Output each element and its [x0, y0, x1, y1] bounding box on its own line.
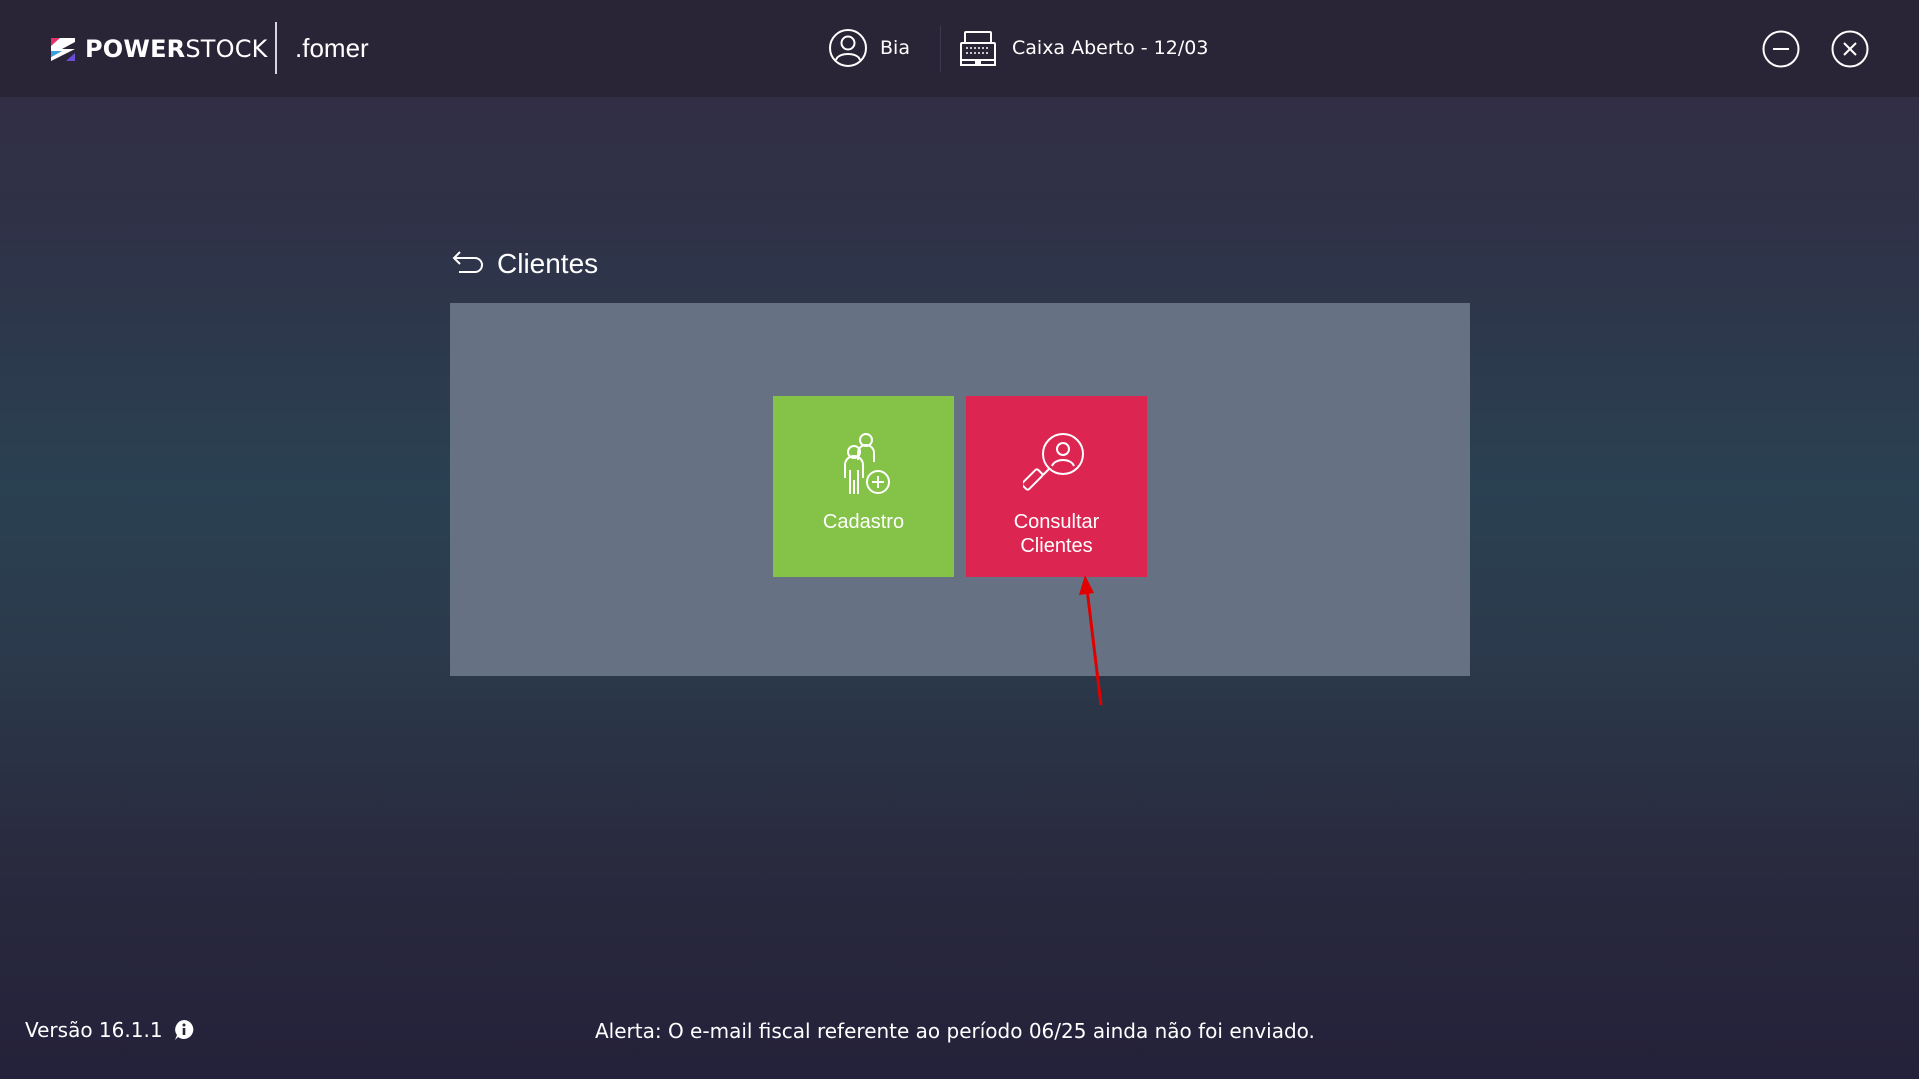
annotation-arrow	[1079, 575, 1103, 706]
page-title: Clientes	[497, 248, 599, 279]
consultar-clientes-label: Consultar Clientes	[1013, 511, 1100, 557]
powerstock-logo-icon	[51, 38, 75, 61]
brand-divider	[275, 22, 277, 74]
version-info: Versão 16.1.1	[25, 1018, 195, 1042]
top-bar: POWERSTOCK .fomer Bia Caixa Aberto - 12/…	[0, 0, 1919, 97]
brand-name: POWERSTOCK	[85, 35, 268, 63]
search-person-icon	[1022, 433, 1084, 491]
caixa-status[interactable]: Caixa Aberto - 12/03	[958, 28, 1208, 68]
menu-panel: Cadastro Consultar Clientes	[450, 303, 1470, 676]
cadastro-tile[interactable]: Cadastro	[773, 396, 954, 577]
user-menu[interactable]: Bia	[828, 28, 910, 68]
close-circle-icon[interactable]	[1831, 30, 1869, 68]
info-icon[interactable]	[173, 1019, 195, 1041]
add-person-icon	[843, 433, 890, 494]
company-name: .fomer	[295, 33, 369, 63]
caixa-status-label: Caixa Aberto - 12/03	[1012, 37, 1209, 59]
cadastro-label: Cadastro	[822, 511, 905, 533]
cash-register-icon	[960, 31, 996, 66]
user-name: Bia	[880, 37, 910, 59]
alert-message: Alerta: O e-mail fiscal referente ao per…	[595, 1019, 1315, 1043]
back-arrow-icon	[452, 251, 483, 273]
minimize-circle-icon[interactable]	[1762, 30, 1800, 68]
user-circle-icon	[829, 29, 867, 67]
header-divider	[940, 26, 941, 72]
brand-name-light: STOCK	[185, 35, 268, 63]
back-to-clientes[interactable]: Clientes	[447, 248, 598, 280]
brand-name-bold: POWER	[85, 35, 186, 63]
brand: POWERSTOCK	[48, 34, 268, 64]
consultar-clientes-tile[interactable]: Consultar Clientes	[966, 396, 1147, 577]
version-label: Versão 16.1.1	[25, 1018, 163, 1042]
